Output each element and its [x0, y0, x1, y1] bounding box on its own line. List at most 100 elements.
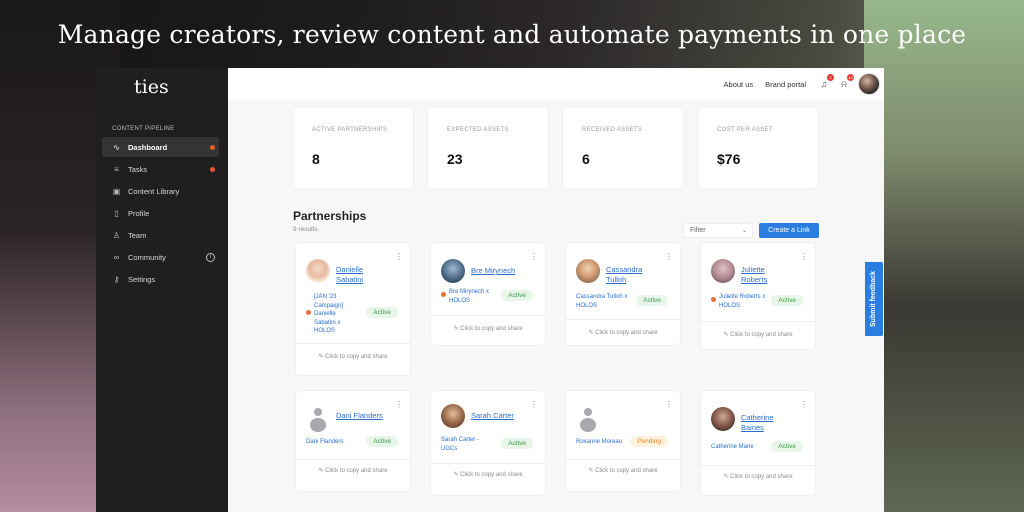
notification-dot — [210, 166, 215, 172]
creator-name-link[interactable]: Juliette Roberts — [741, 265, 777, 285]
user-icon: ♙ — [112, 230, 121, 240]
campaign-label: [JAN '23 Campaign] Danielle Sabatini x H… — [306, 293, 358, 336]
more-menu-icon[interactable]: ⋮ — [800, 400, 808, 409]
stat-card-cost-per-asset: COST PER ASSET $76 — [698, 108, 818, 188]
creator-name-link[interactable]: Bre Mirynech — [471, 266, 531, 276]
stat-label: EXPECTED ASSETS — [447, 127, 509, 133]
partnership-card[interactable]: ⋮ Juliette Roberts Juliette Roberts x HO… — [701, 243, 815, 349]
sidebar-item-settings[interactable]: ⚷ Settings — [102, 269, 219, 289]
sidebar-item-dashboard[interactable]: ∿ Dashboard — [102, 137, 219, 157]
creator-name-link[interactable]: Cassandra Tulloh — [606, 265, 652, 285]
brand-portal-link[interactable]: Brand portal — [765, 80, 806, 89]
link-icon: ∞ — [113, 252, 120, 262]
status-badge: Active — [636, 295, 668, 306]
status-dot — [711, 297, 716, 302]
user-avatar[interactable] — [858, 73, 880, 95]
status-badge: Active — [771, 441, 803, 452]
status-dot — [441, 292, 446, 297]
alert-bell-icon[interactable]: ⍾ 10 — [838, 74, 854, 90]
app-logo[interactable]: ties — [96, 76, 228, 106]
campaign-label: Cassandra Tulloh x HOLOS — [576, 294, 628, 309]
partnership-card[interactable]: ⋮ Catherine Baines Catherine Marie Activ… — [701, 391, 815, 495]
sidebar-item-community[interactable]: ∞ Community i — [102, 247, 219, 267]
partnership-card[interactable]: ⋮ Dani Flanders Dani Flanders Active ✎ C… — [296, 391, 410, 491]
key-icon: ⚷ — [113, 274, 120, 284]
sidebar-item-team[interactable]: ♙ Team — [102, 225, 219, 245]
stat-value: 6 — [582, 151, 590, 167]
stats-row: ACTIVE PARTNERSHIPS 8 EXPECTED ASSETS 23… — [293, 108, 818, 188]
sidebar-item-content-library[interactable]: ▣ Content Library — [102, 181, 219, 201]
campaign-label: Catherine Marie — [711, 444, 754, 450]
more-menu-icon[interactable]: ⋮ — [395, 400, 403, 409]
more-menu-icon[interactable]: ⋮ — [530, 252, 538, 261]
more-menu-icon[interactable]: ⋮ — [800, 252, 808, 261]
filter-select[interactable]: Filter ⌄ — [683, 223, 753, 238]
status-badge: Active — [501, 290, 533, 301]
creator-name-link[interactable]: Sarah Carter — [471, 411, 541, 421]
creator-name-link[interactable]: Danielle Sabatini — [336, 265, 384, 285]
campaign-label: Dani Flanders — [306, 439, 344, 445]
more-menu-icon[interactable]: ⋮ — [530, 400, 538, 409]
creator-avatar — [711, 259, 735, 283]
card-divider — [566, 319, 680, 320]
campaign-label: Juliette Roberts x HOLOS — [711, 293, 775, 310]
stat-value: $76 — [717, 151, 741, 167]
notification-dot — [210, 144, 215, 150]
copy-share-link[interactable]: ✎ Click to copy and share — [701, 473, 815, 480]
copy-share-link[interactable]: ✎ Click to copy and share — [296, 467, 410, 474]
results-count: 9 results — [293, 226, 318, 233]
about-us-link[interactable]: About us — [724, 80, 754, 89]
stat-card-active-partnerships: ACTIVE PARTNERSHIPS 8 — [293, 108, 413, 188]
status-badge: Active — [366, 307, 398, 318]
sidebar-item-label: Profile — [128, 208, 150, 218]
copy-share-link[interactable]: ✎ Click to copy and share — [566, 467, 680, 474]
sidebar-section-label: CONTENT PIPELINE — [112, 126, 175, 132]
alert-badge: 10 — [847, 74, 854, 81]
card-divider — [566, 459, 680, 460]
copy-share-link[interactable]: ✎ Click to copy and share — [701, 331, 815, 338]
sidebar-item-label: Content Library — [128, 186, 180, 196]
partnership-card[interactable]: ⋮ Danielle Sabatini [JAN '23 Campaign] D… — [296, 243, 410, 375]
status-badge: Pending — [630, 436, 668, 447]
sidebar-item-label: Community — [128, 252, 166, 262]
sidebar-item-label: Tasks — [128, 164, 148, 174]
app-window: ties CONTENT PIPELINE ∿ Dashboard ≡ Task… — [96, 68, 884, 512]
stat-value: 23 — [447, 151, 463, 167]
copy-share-link[interactable]: ✎ Click to copy and share — [431, 471, 545, 478]
sidebar-item-tasks[interactable]: ≡ Tasks — [102, 159, 219, 179]
copy-share-link[interactable]: ✎ Click to copy and share — [296, 353, 410, 360]
info-icon[interactable]: i — [206, 252, 215, 262]
creator-name-link[interactable]: Catherine Baines — [741, 413, 787, 433]
card-divider — [701, 321, 815, 322]
list-icon: ≡ — [114, 164, 119, 174]
background-right — [864, 0, 1024, 512]
card-divider — [296, 343, 410, 344]
card-divider — [431, 315, 545, 316]
creator-name-link[interactable]: Dani Flanders — [336, 411, 406, 421]
creator-avatar — [576, 259, 600, 283]
card-divider — [296, 459, 410, 460]
copy-share-link[interactable]: ✎ Click to copy and share — [566, 329, 680, 336]
submit-feedback-button[interactable]: Submit feedback — [865, 262, 883, 336]
partnership-card[interactable]: ⋮ Bre Mirynech Bre Mirynech x HOLOS Acti… — [431, 243, 545, 345]
stat-label: RECEIVED ASSETS — [582, 127, 643, 133]
more-menu-icon[interactable]: ⋮ — [665, 252, 673, 261]
partnership-card[interactable]: ⋮ Roxanne Moreau Pending ✎ Click to copy… — [566, 391, 680, 491]
partnerships-title: Partnerships — [293, 209, 367, 223]
partnership-card[interactable]: ⋮ Cassandra Tulloh Cassandra Tulloh x HO… — [566, 243, 680, 345]
card-divider — [431, 463, 545, 464]
copy-share-link[interactable]: ✎ Click to copy and share — [431, 325, 545, 332]
sidebar-item-profile[interactable]: ▯ Profile — [102, 203, 219, 223]
notification-bell-icon[interactable]: ♫ 3 — [818, 74, 834, 90]
campaign-label: Sarah Carter - UGCs — [441, 437, 480, 452]
status-badge: Active — [366, 436, 398, 447]
partnership-card[interactable]: ⋮ Sarah Carter Sarah Carter - UGCs Activ… — [431, 391, 545, 495]
main-content: About us Brand portal ♫ 3 ⍾ 10 ACTIVE PART… — [228, 68, 884, 512]
more-menu-icon[interactable]: ⋮ — [665, 400, 673, 409]
more-menu-icon[interactable]: ⋮ — [395, 252, 403, 261]
creator-avatar — [441, 259, 465, 283]
create-link-button[interactable]: Create a Link — [759, 223, 819, 238]
campaign-label: Roxanne Moreau — [576, 439, 623, 445]
activity-icon: ∿ — [113, 142, 120, 152]
creator-avatar — [441, 404, 465, 428]
